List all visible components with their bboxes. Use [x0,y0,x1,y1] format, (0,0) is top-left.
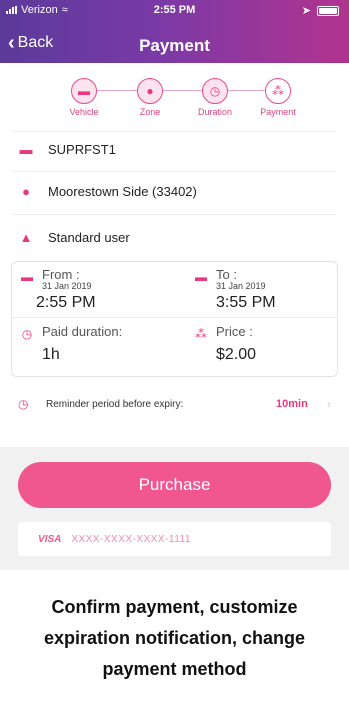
caption-line: Confirm payment, customize [51,597,298,617]
card-number: XXXX-XXXX-XXXX-1111 [71,533,191,545]
location-pin-icon: ● [137,78,163,104]
reminder-value[interactable]: 10min [276,398,308,410]
to-time: 3:55 PM [216,294,276,311]
clock-icon: ◷ [202,78,228,104]
reminder-label: Reminder period before expiry: [46,399,184,410]
page-title: Payment [139,36,210,55]
reminder-row[interactable]: ◷ Reminder period before expiry: 10min › [18,397,338,417]
coins-icon: ⁂ [195,327,207,341]
payment-method-selector[interactable]: VISA XXXX-XXXX-XXXX-1111 [18,522,331,556]
coins-icon: ⁂ [265,78,291,104]
step-label: Duration [197,107,233,117]
vehicle-plate: SUPRFST1 [48,142,116,157]
price-value: $2.00 [216,346,257,363]
user-row: ▲ Standard user [18,230,130,245]
status-time: 2:55 PM [153,4,196,16]
step-zone[interactable]: ● Zone [115,78,185,117]
session-summary-card: ▬ From : 31 Jan 2019 2:55 PM ▬ To : 31 J… [11,261,338,377]
divider [12,214,337,215]
alarm-clock-icon: ◷ [18,397,29,411]
to-label: To : [216,267,237,282]
paid-duration-value: 1h [42,346,60,363]
car-icon: ▬ [21,270,33,284]
from-date: 31 Jan 2019 [42,281,92,291]
purchase-button[interactable]: Purchase [18,462,331,508]
nav-row: ‹ Back Payment [0,28,349,60]
step-label: Vehicle [69,107,99,117]
to-cell: ▬ To : 31 Jan 2019 3:55 PM [192,268,276,312]
from-time: 2:55 PM [36,294,96,311]
price-label: Price : [216,324,253,339]
user-icon: ▲ [19,230,33,245]
caption-line: expiration notification, change [43,628,306,648]
vehicle-row: ▬ SUPRFST1 [18,142,116,157]
zone-name: Moorestown Side (33402) [48,184,197,199]
from-cell: ▬ From : 31 Jan 2019 2:55 PM [18,268,96,312]
clock-icon: ◷ [21,327,33,341]
screenshot-caption: Confirm payment, customize expiration no… [0,592,349,685]
step-label: Payment [260,107,296,117]
to-date: 31 Jan 2019 [216,281,266,291]
step-payment[interactable]: ⁂ Payment [243,78,313,117]
car-icon: ▬ [19,142,33,157]
battery-icon [317,5,339,16]
from-label: From : [42,267,80,282]
progress-stepper: ▬ Vehicle ● Zone ◷ Duration ⁂ Payment [0,78,349,123]
status-right: ➤ [302,4,339,17]
visa-logo: VISA [38,533,62,545]
card-divider [12,317,337,318]
location-arrow-icon: ➤ [301,5,311,17]
header-bar: Verizon ≈ 2:55 PM ➤ ‹ Back Payment [0,0,349,63]
paid-duration-label: Paid duration: [42,324,123,339]
step-label: Zone [139,107,161,117]
step-duration[interactable]: ◷ Duration [180,78,250,117]
price-cell: ⁂ Price : $2.00 [192,325,256,364]
zone-row: ● Moorestown Side (33402) [18,184,197,199]
user-type: Standard user [48,230,130,245]
phone-screen: Verizon ≈ 2:55 PM ➤ ‹ Back Payment ▬ Veh… [0,0,349,570]
car-icon: ▬ [195,270,207,284]
status-bar: Verizon ≈ 2:55 PM ➤ [0,0,349,20]
paid-duration-cell: ◷ Paid duration: 1h [18,325,122,364]
caption-line: payment method [102,659,247,679]
location-pin-icon: ● [22,184,30,199]
car-icon: ▬ [71,78,97,104]
divider [12,131,337,132]
step-vehicle[interactable]: ▬ Vehicle [49,78,119,117]
divider [12,171,337,172]
chevron-right-icon: › [327,397,331,411]
